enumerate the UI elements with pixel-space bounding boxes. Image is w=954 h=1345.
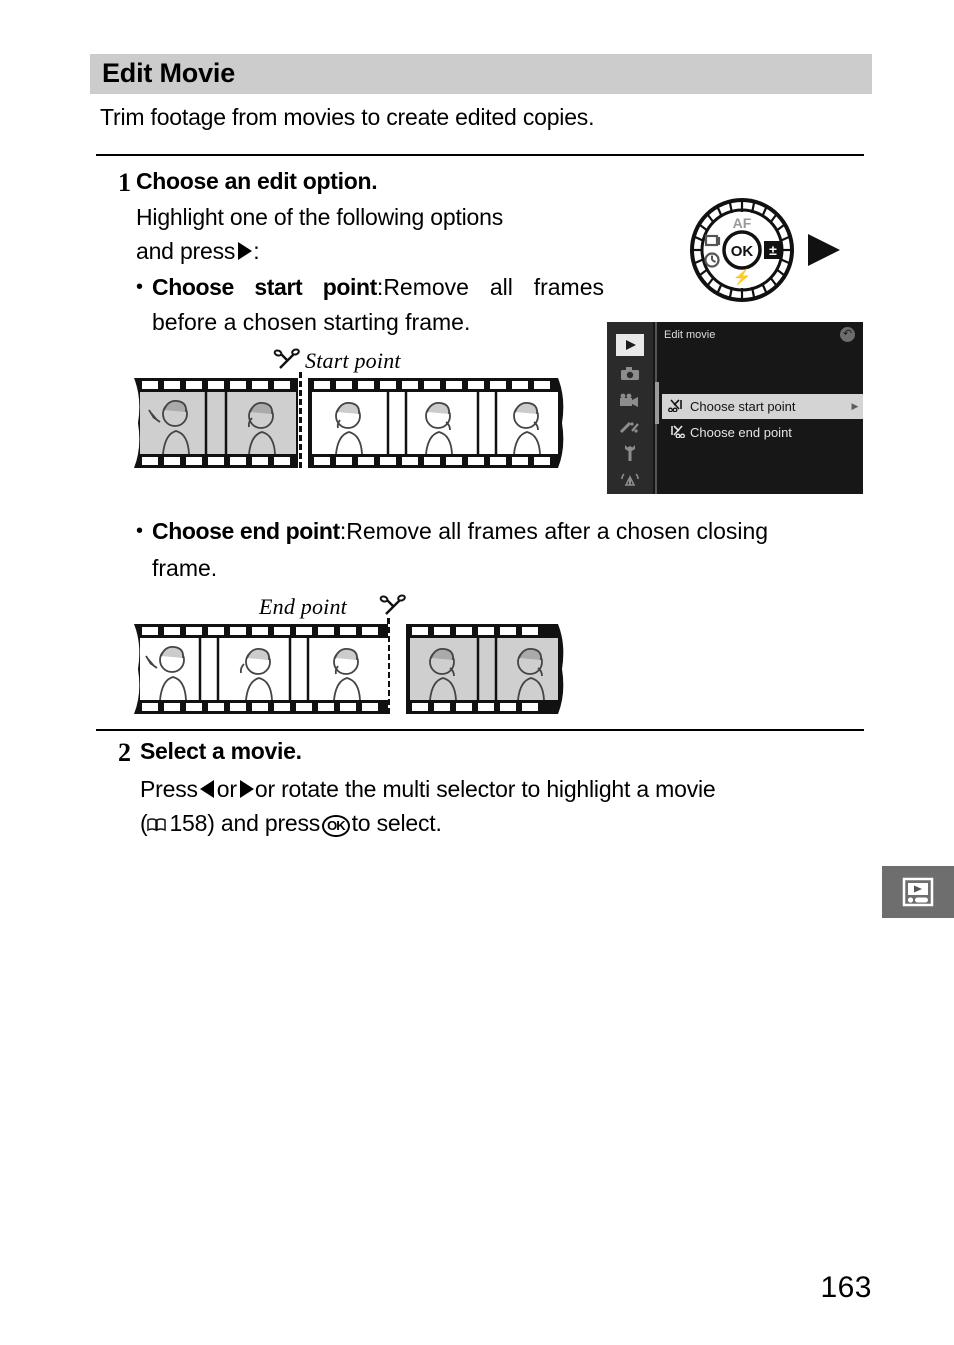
film-segment-removed: [406, 624, 564, 714]
camera-body-icon: [621, 366, 639, 380]
page-number: 163: [820, 1271, 872, 1304]
menu-sidebar: [607, 322, 653, 494]
menu-item-choose-start-point[interactable]: Choose start point ▶: [662, 394, 863, 419]
intro-text: Trim footage from movies to create edite…: [100, 104, 595, 130]
press-right-arrow-icon: [808, 234, 840, 266]
scissors-start-glyph: [667, 399, 682, 413]
bullet-dot-icon: •: [136, 520, 144, 542]
playback-triangle-icon: [626, 340, 636, 350]
wrench-icon: [625, 445, 635, 461]
book-reference-icon: [147, 807, 167, 832]
bullet-end-desc-1: Remove all frames after a chosen closing: [346, 518, 769, 544]
film-segment-kept: [308, 378, 564, 468]
retouch-brush-icon: [619, 421, 639, 433]
scissors-start-icon: [662, 398, 690, 415]
right-arrow-icon: [238, 242, 253, 260]
scissors-glyph-end: [379, 594, 406, 615]
film-segment-removed: [134, 378, 298, 468]
step-1-number: 1: [118, 168, 131, 197]
film-strip-start-svg: [134, 378, 564, 468]
step-2-line-1: Press or or rotate the multi selector to h…: [140, 772, 880, 806]
menu-scrollbar[interactable]: [655, 382, 659, 424]
setup-menu-icon[interactable]: [616, 442, 644, 464]
page-title: Edit Movie: [102, 57, 236, 88]
step-1-line-2: and press:: [136, 234, 606, 268]
bullet-start-term: Choose start point: [152, 274, 377, 300]
step-2-press-label: Press: [140, 776, 198, 802]
step-2-or-label: or: [216, 776, 237, 802]
camera-menu-screenshot: Edit movie ↶ Choose start point ▶ Choose…: [607, 322, 863, 494]
scissors-end-icon: [662, 424, 690, 441]
af-label: AF: [733, 215, 752, 231]
bullet-dot-icon: •: [136, 276, 144, 298]
submenu-arrow-icon: ▶: [851, 401, 859, 411]
end-point-caption: End point: [259, 594, 347, 619]
ok-button-icon: OK: [322, 815, 350, 837]
retouch-section-tab: [882, 866, 954, 918]
movie-camera-icon: [620, 393, 638, 407]
exposure-compensation-icon: ±: [764, 241, 782, 259]
movie-playback-icon: [902, 877, 934, 907]
bullet-end-term: Choose end point: [152, 518, 340, 544]
menu-title: Edit movie: [664, 329, 716, 341]
step-1-heading: Choose an edit option.: [136, 168, 378, 194]
step-2-line-2: (158) and press OK to select.: [140, 806, 880, 840]
step-1-line-2-prefix: and press: [136, 238, 236, 264]
section-header-band: Edit Movie: [90, 54, 872, 94]
left-arrow-icon: [199, 780, 214, 798]
ok-button-label: OK: [731, 243, 754, 260]
step-1-line-1: Highlight one of the following options: [136, 204, 504, 230]
step-2-line-2-mid: ) and press: [207, 810, 321, 836]
movie-shooting-menu-icon[interactable]: [616, 389, 644, 411]
multi-selector-svg: OK AF ± ⚡: [690, 198, 840, 302]
back-arrow-icon[interactable]: ↶: [840, 327, 855, 342]
divider-above-step-2: [96, 729, 864, 731]
step-1-line-2-suffix: :: [253, 238, 260, 264]
step-2-line-1-rest: or rotate the multi selector to highligh…: [254, 776, 716, 802]
step-2-heading: Select a movie.: [140, 738, 302, 764]
bullet-start-desc-1: Remove all frames: [383, 274, 604, 300]
divider-above-step-1: [96, 154, 864, 156]
scissors-end-glyph: [670, 425, 685, 439]
flash-icon: ⚡: [733, 268, 752, 286]
step-2-page-ref: 158: [169, 810, 208, 836]
antenna-icon: [621, 472, 639, 486]
menu-item-choose-end-point[interactable]: Choose end point: [662, 420, 863, 445]
wireless-menu-icon[interactable]: [616, 468, 644, 490]
film-strip-end-svg: [134, 624, 564, 714]
film-segment-kept: [134, 624, 388, 714]
end-point-film-strip: [130, 624, 570, 719]
svg-text:±: ±: [769, 242, 777, 258]
retouch-menu-icon[interactable]: [616, 416, 644, 438]
photo-shooting-menu-icon[interactable]: [616, 362, 644, 384]
scissors-glyph-start: [273, 348, 300, 369]
playback-menu-icon[interactable]: [616, 334, 644, 356]
menu-item-label: Choose end point: [690, 425, 792, 440]
step-2-line-2-end: to select.: [351, 810, 442, 836]
bullet-start-line-1: Choose start point:Remove all frames: [152, 270, 604, 305]
start-point-caption: Start point: [305, 348, 401, 373]
bullet-start-line-2: before a chosen starting frame.: [152, 309, 471, 335]
start-point-film-strip: [130, 378, 570, 473]
right-arrow-icon: [239, 780, 254, 798]
bullet-end-line-1: Choose end point:Remove all frames after…: [152, 514, 864, 549]
step-2-number: 2: [118, 738, 131, 767]
menu-item-label: Choose start point: [690, 399, 796, 414]
bullet-end-line-2: frame.: [152, 555, 218, 581]
step-2-paren-open: (: [140, 810, 148, 836]
multi-selector-diagram: OK AF ± ⚡: [672, 190, 872, 310]
